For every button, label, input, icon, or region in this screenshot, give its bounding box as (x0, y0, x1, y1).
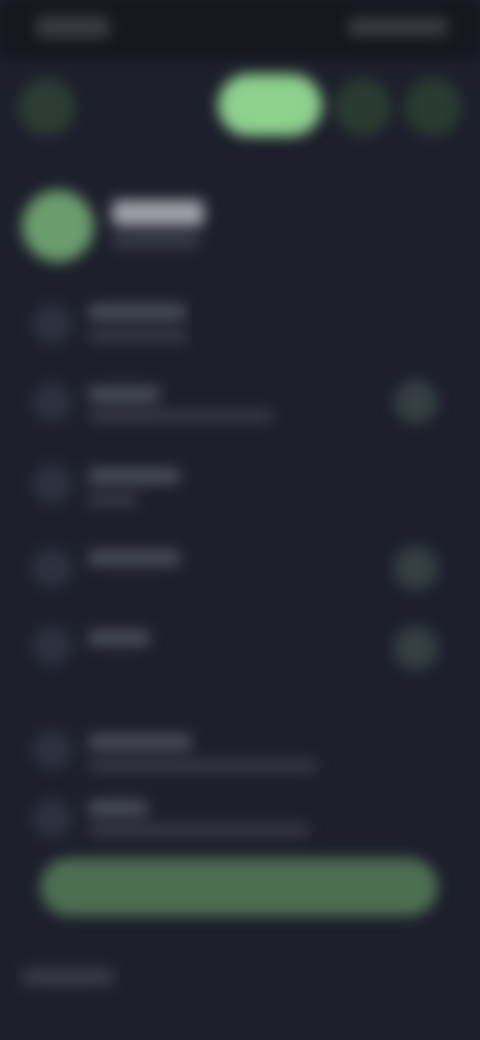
list-item[interactable] (0, 780, 480, 856)
item-sub (88, 330, 188, 342)
profile-header (0, 172, 480, 272)
item-sub (88, 824, 310, 836)
item-label (88, 800, 148, 816)
item-icon (32, 626, 72, 666)
item-icon (32, 548, 72, 588)
item-sub (88, 760, 318, 772)
item-label (88, 468, 180, 484)
status-time (36, 16, 110, 38)
item-label (88, 630, 150, 646)
status-icons (348, 18, 448, 36)
toggle[interactable] (394, 626, 438, 670)
list-item[interactable] (0, 286, 480, 362)
list-item[interactable] (0, 712, 480, 788)
item-icon (32, 464, 72, 504)
action-button[interactable] (40, 858, 438, 916)
screen (0, 0, 480, 1040)
list-item[interactable] (0, 530, 480, 606)
item-icon (32, 730, 72, 770)
toggle[interactable] (394, 546, 438, 590)
list-item[interactable] (0, 608, 480, 684)
back-icon[interactable] (18, 78, 76, 136)
item-sub (88, 410, 274, 422)
item-icon (32, 798, 72, 838)
toolbar (0, 58, 480, 154)
primary-button[interactable] (218, 74, 322, 136)
item-label (88, 304, 186, 320)
status-bar (0, 0, 480, 58)
item-sub (88, 494, 138, 506)
footer-text (22, 968, 114, 986)
page-subtitle (112, 234, 200, 248)
toggle[interactable] (394, 380, 438, 424)
item-label (88, 550, 180, 566)
avatar (22, 190, 94, 262)
item-label (88, 386, 160, 402)
item-icon (32, 382, 72, 422)
item-icon (32, 304, 72, 344)
list-item[interactable] (0, 364, 480, 440)
list-item[interactable] (0, 446, 480, 522)
page-title (112, 200, 204, 226)
item-label (88, 734, 192, 750)
more-icon[interactable] (334, 78, 392, 136)
share-icon[interactable] (404, 78, 462, 136)
